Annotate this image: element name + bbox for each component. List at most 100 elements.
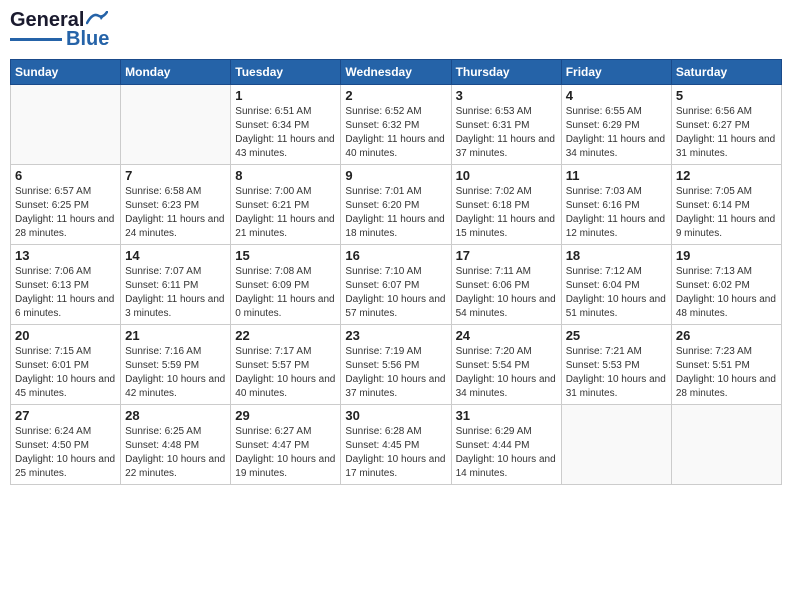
day-of-week-header: Saturday [671,60,781,85]
day-info: Sunrise: 7:01 AM Sunset: 6:20 PM Dayligh… [345,185,446,241]
calendar-cell: 13 Sunrise: 7:06 AM Sunset: 6:13 PM Dayli… [11,245,121,325]
day-number: 30 [345,408,446,423]
day-number: 18 [566,248,667,263]
calendar-cell: 20Sunrise: 7:15 AM Sunset: 6:01 PM Dayli… [11,325,121,405]
day-number: 13 [15,248,116,263]
calendar-cell: 3 Sunrise: 6:53 AM Sunset: 6:31 PM Daylig… [451,85,561,165]
day-info: Sunrise: 7:15 AM Sunset: 6:01 PM Dayligh… [15,345,116,401]
calendar-week-row: 20Sunrise: 7:15 AM Sunset: 6:01 PM Dayli… [11,325,782,405]
calendar-cell: 17Sunrise: 7:11 AM Sunset: 6:06 PM Dayli… [451,245,561,325]
day-number: 7 [125,168,226,183]
day-of-week-header: Wednesday [341,60,451,85]
day-number: 9 [345,168,446,183]
day-info: Sunrise: 6:56 AM Sunset: 6:27 PM Dayligh… [676,105,777,161]
logo-line [10,38,62,41]
day-info: Sunrise: 6:52 AM Sunset: 6:32 PM Dayligh… [345,105,446,161]
day-number: 14 [125,248,226,263]
day-of-week-header: Friday [561,60,671,85]
day-number: 8 [235,168,336,183]
day-info: Sunrise: 6:53 AM Sunset: 6:31 PM Dayligh… [456,105,557,161]
calendar-cell: 16 Sunrise: 7:10 AM Sunset: 6:07 PM Dayli… [341,245,451,325]
calendar-week-row: 1 Sunrise: 6:51 AM Sunset: 6:34 PM Daylig… [11,85,782,165]
logo: General Blue [10,10,109,51]
day-number: 27 [15,408,116,423]
day-number: 11 [566,168,667,183]
calendar-cell: 21 Sunrise: 7:16 AM Sunset: 5:59 PM Dayli… [121,325,231,405]
calendar-week-row: 27Sunrise: 6:24 AM Sunset: 4:50 PM Dayli… [11,405,782,485]
day-info: Sunrise: 6:28 AM Sunset: 4:45 PM Dayligh… [345,425,446,481]
calendar-cell: 9 Sunrise: 7:01 AM Sunset: 6:20 PM Daylig… [341,165,451,245]
calendar-cell: 2 Sunrise: 6:52 AM Sunset: 6:32 PM Daylig… [341,85,451,165]
day-number: 22 [235,328,336,343]
day-info: Sunrise: 6:58 AM Sunset: 6:23 PM Dayligh… [125,185,226,241]
calendar-cell: 18 Sunrise: 7:12 AM Sunset: 6:04 PM Dayli… [561,245,671,325]
day-of-week-header: Tuesday [231,60,341,85]
calendar-cell: 22 Sunrise: 7:17 AM Sunset: 5:57 PM Dayli… [231,325,341,405]
calendar-cell: 31 Sunrise: 6:29 AM Sunset: 4:44 PM Dayli… [451,405,561,485]
day-info: Sunrise: 6:51 AM Sunset: 6:34 PM Dayligh… [235,105,336,161]
calendar-cell: 1 Sunrise: 6:51 AM Sunset: 6:34 PM Daylig… [231,85,341,165]
calendar-cell: 29Sunrise: 6:27 AM Sunset: 4:47 PM Dayli… [231,405,341,485]
day-info: Sunrise: 7:12 AM Sunset: 6:04 PM Dayligh… [566,265,667,321]
day-info: Sunrise: 7:00 AM Sunset: 6:21 PM Dayligh… [235,185,336,241]
day-number: 24 [456,328,557,343]
day-info: Sunrise: 7:10 AM Sunset: 6:07 PM Dayligh… [345,265,446,321]
calendar-cell: 7 Sunrise: 6:58 AM Sunset: 6:23 PM Daylig… [121,165,231,245]
day-info: Sunrise: 7:19 AM Sunset: 5:56 PM Dayligh… [345,345,446,401]
day-info: Sunrise: 7:21 AM Sunset: 5:53 PM Dayligh… [566,345,667,401]
calendar-cell: 24 Sunrise: 7:20 AM Sunset: 5:54 PM Dayli… [451,325,561,405]
calendar-cell: 30 Sunrise: 6:28 AM Sunset: 4:45 PM Dayli… [341,405,451,485]
logo-bird-icon [86,11,108,25]
day-info: Sunrise: 6:57 AM Sunset: 6:25 PM Dayligh… [15,185,116,241]
calendar-cell: 11 Sunrise: 7:03 AM Sunset: 6:16 PM Dayli… [561,165,671,245]
day-number: 10 [456,168,557,183]
day-info: Sunrise: 6:27 AM Sunset: 4:47 PM Dayligh… [235,425,336,481]
day-info: Sunrise: 7:13 AM Sunset: 6:02 PM Dayligh… [676,265,777,321]
day-number: 12 [676,168,777,183]
day-info: Sunrise: 7:06 AM Sunset: 6:13 PM Dayligh… [15,265,116,321]
calendar-cell: 6 Sunrise: 6:57 AM Sunset: 6:25 PM Daylig… [11,165,121,245]
calendar-cell: 12Sunrise: 7:05 AM Sunset: 6:14 PM Dayli… [671,165,781,245]
day-number: 26 [676,328,777,343]
calendar-table: SundayMondayTuesdayWednesdayThursdayFrid… [10,59,782,485]
day-info: Sunrise: 7:16 AM Sunset: 5:59 PM Dayligh… [125,345,226,401]
day-of-week-header: Monday [121,60,231,85]
calendar-cell: 19Sunrise: 7:13 AM Sunset: 6:02 PM Dayli… [671,245,781,325]
day-number: 6 [15,168,116,183]
calendar-cell: 8 Sunrise: 7:00 AM Sunset: 6:21 PM Daylig… [231,165,341,245]
calendar-cell: 14Sunrise: 7:07 AM Sunset: 6:11 PM Dayli… [121,245,231,325]
day-info: Sunrise: 7:20 AM Sunset: 5:54 PM Dayligh… [456,345,557,401]
day-number: 28 [125,408,226,423]
calendar-cell: 26 Sunrise: 7:23 AM Sunset: 5:51 PM Dayli… [671,325,781,405]
logo-general: General [10,10,84,30]
day-info: Sunrise: 7:23 AM Sunset: 5:51 PM Dayligh… [676,345,777,401]
calendar-cell [121,85,231,165]
day-info: Sunrise: 6:29 AM Sunset: 4:44 PM Dayligh… [456,425,557,481]
day-number: 4 [566,88,667,103]
calendar-cell [561,405,671,485]
day-number: 16 [345,248,446,263]
day-info: Sunrise: 7:02 AM Sunset: 6:18 PM Dayligh… [456,185,557,241]
day-info: Sunrise: 7:08 AM Sunset: 6:09 PM Dayligh… [235,265,336,321]
day-number: 3 [456,88,557,103]
calendar-cell: 5Sunrise: 6:56 AM Sunset: 6:27 PM Daylig… [671,85,781,165]
day-number: 17 [456,248,557,263]
calendar-cell [671,405,781,485]
calendar-cell: 27Sunrise: 6:24 AM Sunset: 4:50 PM Dayli… [11,405,121,485]
logo-blue-label: Blue [66,28,109,51]
calendar-cell: 4Sunrise: 6:55 AM Sunset: 6:29 PM Daylig… [561,85,671,165]
calendar-cell [11,85,121,165]
day-info: Sunrise: 7:03 AM Sunset: 6:16 PM Dayligh… [566,185,667,241]
day-info: Sunrise: 7:17 AM Sunset: 5:57 PM Dayligh… [235,345,336,401]
day-of-week-header: Thursday [451,60,561,85]
day-number: 21 [125,328,226,343]
day-number: 31 [456,408,557,423]
day-info: Sunrise: 6:25 AM Sunset: 4:48 PM Dayligh… [125,425,226,481]
day-number: 2 [345,88,446,103]
day-number: 1 [235,88,336,103]
calendar-cell: 28 Sunrise: 6:25 AM Sunset: 4:48 PM Dayli… [121,405,231,485]
calendar-week-row: 13 Sunrise: 7:06 AM Sunset: 6:13 PM Dayli… [11,245,782,325]
day-of-week-header: Sunday [11,60,121,85]
page-header: General Blue [10,10,782,51]
day-number: 23 [345,328,446,343]
